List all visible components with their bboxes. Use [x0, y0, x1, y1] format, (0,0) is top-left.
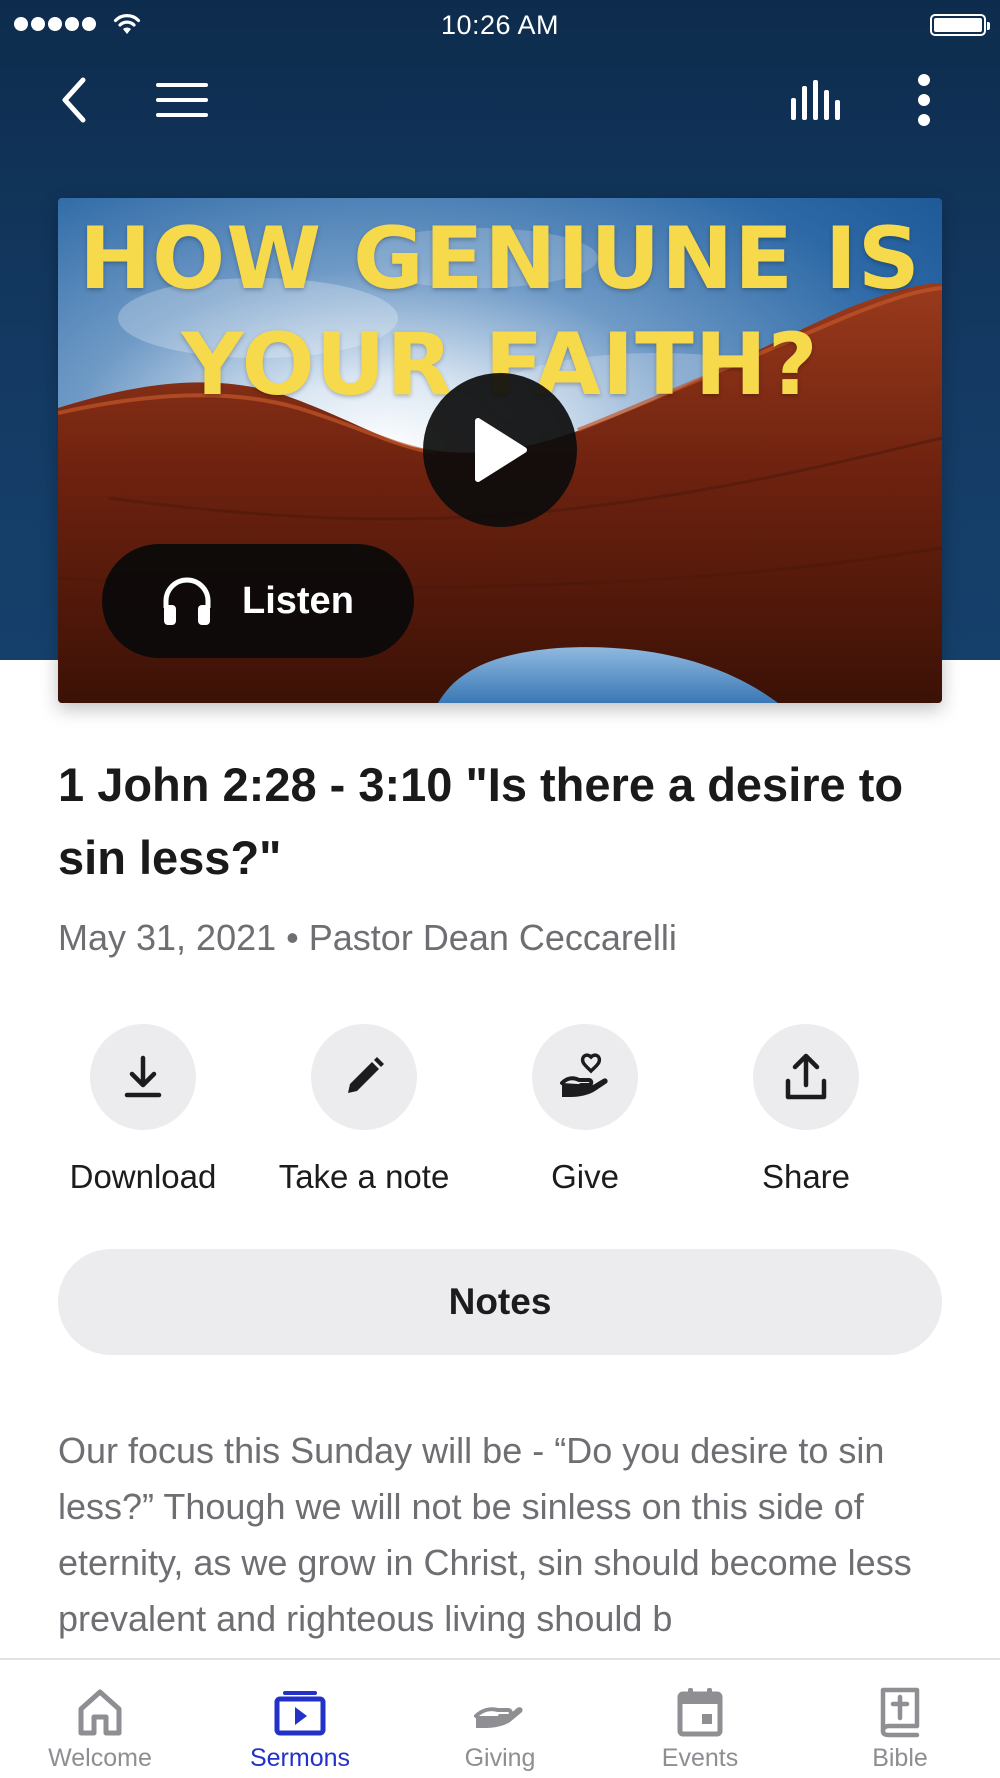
tab-giving[interactable]: Giving — [400, 1660, 600, 1778]
play-icon — [475, 418, 527, 482]
tab-bible-label: Bible — [872, 1744, 928, 1772]
sermon-speaker: Pastor Dean Ceccarelli — [308, 917, 677, 958]
calendar-icon — [677, 1688, 723, 1737]
tab-welcome[interactable]: Welcome — [0, 1660, 200, 1778]
artwork-title-line1: HOW GENIUNE IS — [79, 209, 921, 309]
share-label: Share — [761, 1158, 851, 1195]
meta-separator: • — [286, 917, 299, 958]
hand-heart-icon — [560, 1053, 608, 1097]
chevron-left-icon — [62, 77, 86, 123]
tab-bible[interactable]: Bible — [800, 1660, 1000, 1778]
battery-icon — [930, 14, 990, 36]
give-button-circle — [532, 1024, 638, 1130]
status-time: 10:26 AM — [440, 10, 560, 40]
share-button[interactable]: Share — [701, 1024, 911, 1196]
action-buttons: Download Take a note Give Share — [58, 1024, 942, 1204]
tab-sermons-label: Sermons — [249, 1744, 351, 1772]
status-bar: 10:26 AM — [0, 0, 1000, 50]
download-button-circle — [90, 1024, 196, 1130]
hamburger-menu-icon — [156, 83, 208, 117]
take-a-note-button[interactable]: Take a note — [259, 1024, 469, 1196]
give-button[interactable]: Give — [480, 1024, 690, 1196]
sermon-meta: May 31, 2021 • Pastor Dean Ceccarelli — [58, 917, 677, 959]
give-label: Give — [551, 1158, 619, 1195]
take-a-note-label: Take a note — [278, 1158, 450, 1195]
sermon-description: Our focus this Sunday will be - “Do you … — [58, 1430, 912, 1639]
headphones-icon — [163, 577, 211, 625]
more-options-button[interactable] — [894, 70, 954, 130]
notes-button[interactable]: Notes — [58, 1249, 942, 1355]
tab-bar: Welcome Sermons Giving Events Bible — [0, 1658, 1000, 1778]
download-icon — [124, 1055, 162, 1098]
bible-icon — [880, 1687, 920, 1738]
download-button[interactable]: Download — [38, 1024, 248, 1196]
listen-label: Listen — [242, 579, 354, 622]
download-label: Download — [69, 1158, 217, 1195]
sermon-title: 1 John 2:28 - 3:10 "Is there a desire to… — [58, 758, 904, 884]
take-a-note-button-circle — [311, 1024, 417, 1130]
tab-sermons[interactable]: Sermons — [200, 1660, 400, 1778]
listen-button[interactable]: Listen — [102, 544, 414, 658]
navigation-bar — [0, 60, 1000, 140]
tab-events[interactable]: Events — [600, 1660, 800, 1778]
back-button[interactable] — [44, 70, 104, 130]
vertical-ellipsis-icon — [918, 74, 930, 126]
pencil-icon — [348, 1057, 384, 1093]
tab-welcome-label: Welcome — [48, 1744, 152, 1772]
home-icon — [78, 1689, 122, 1736]
audio-button[interactable] — [788, 70, 848, 130]
tab-events-label: Events — [661, 1744, 739, 1772]
share-icon — [785, 1053, 827, 1100]
giving-hand-icon — [474, 1707, 523, 1728]
video-play-icon — [274, 1691, 326, 1736]
sermon-date: May 31, 2021 — [58, 917, 277, 958]
menu-button[interactable] — [152, 70, 212, 130]
audio-bars-icon — [791, 80, 840, 120]
share-button-circle — [753, 1024, 859, 1130]
tab-giving-label: Giving — [464, 1744, 536, 1772]
sermon-artwork: HOW GENIUNE IS YOUR FAITH? Listen — [58, 198, 942, 703]
play-button[interactable] — [423, 373, 577, 527]
